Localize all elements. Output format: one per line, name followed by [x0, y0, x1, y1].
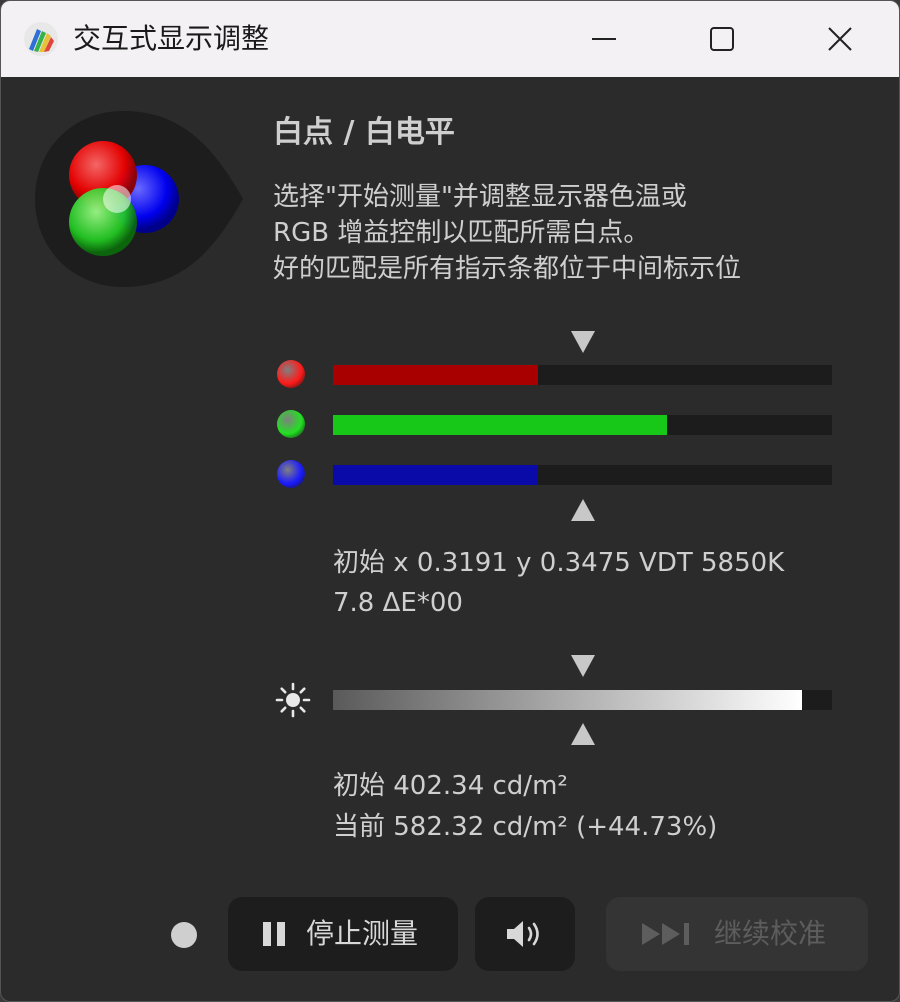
instructions: 选择"开始测量"并调整显示器色温或 RGB 增益控制以匹配所需白点。 好的匹配是… [273, 179, 741, 287]
white-point-delta-e: 7.8 ΔE*00 [333, 588, 463, 618]
luminance-current: 当前 582.32 cd/m² (+44.73%) [333, 812, 718, 842]
luminance-target-marker-bottom [571, 723, 595, 745]
red-indicator-dot [277, 360, 305, 388]
window-title: 交互式显示调整 [73, 22, 270, 55]
adjustment-window: 交互式显示调整 白点 / 白电平 选择"开始测量"并调整显示器色温或 RGB 增… [0, 0, 900, 1002]
stop-measurement-button[interactable]: 停止测量 [228, 897, 458, 971]
luminance-bar-fill [333, 690, 803, 710]
rgb-logo-icon [35, 111, 243, 287]
luminance-target-marker-top [571, 655, 595, 677]
minimize-button[interactable] [545, 1, 663, 77]
app-icon [24, 22, 58, 56]
maximize-button[interactable] [663, 1, 781, 77]
rgb-target-marker-top [571, 331, 595, 353]
instruction-line: RGB 增益控制以匹配所需白点。 [273, 218, 650, 248]
brightness-icon [275, 682, 311, 718]
pause-icon [263, 922, 285, 946]
blue-gain-bar-fill [333, 465, 538, 485]
blue-gain-bar [333, 465, 832, 485]
skip-forward-icon [642, 923, 689, 945]
stop-measurement-label: 停止测量 [306, 917, 419, 950]
instruction-line: 选择"开始测量"并调整显示器色温或 [273, 182, 687, 212]
title-bar: 交互式显示调整 [1, 1, 899, 77]
red-gain-bar [333, 365, 832, 385]
green-indicator-dot [277, 410, 305, 438]
close-icon [828, 27, 852, 51]
rgb-target-marker-bottom [571, 499, 595, 521]
instruction-line: 好的匹配是所有指示条都位于中间标示位 [273, 254, 742, 284]
luminance-bar [333, 690, 832, 710]
minimize-icon [592, 38, 616, 40]
luminance-initial: 初始 402.34 cd/m² [333, 771, 568, 801]
red-gain-bar-fill [333, 365, 538, 385]
continue-calibration-button[interactable]: 继续校准 [606, 897, 868, 971]
green-gain-bar [333, 415, 832, 435]
sound-toggle-button[interactable] [475, 897, 575, 971]
continue-calibration-label: 继续校准 [714, 917, 827, 950]
white-point-initial: 初始 x 0.3191 y 0.3475 VDT 5850K [333, 548, 785, 578]
green-gain-bar-fill [333, 415, 668, 435]
close-button[interactable] [781, 1, 899, 77]
section-heading: 白点 / 白电平 [273, 115, 455, 150]
measurement-status-dot [171, 922, 197, 948]
speaker-icon [507, 921, 539, 947]
blue-indicator-dot [277, 460, 305, 488]
maximize-icon [710, 27, 734, 51]
